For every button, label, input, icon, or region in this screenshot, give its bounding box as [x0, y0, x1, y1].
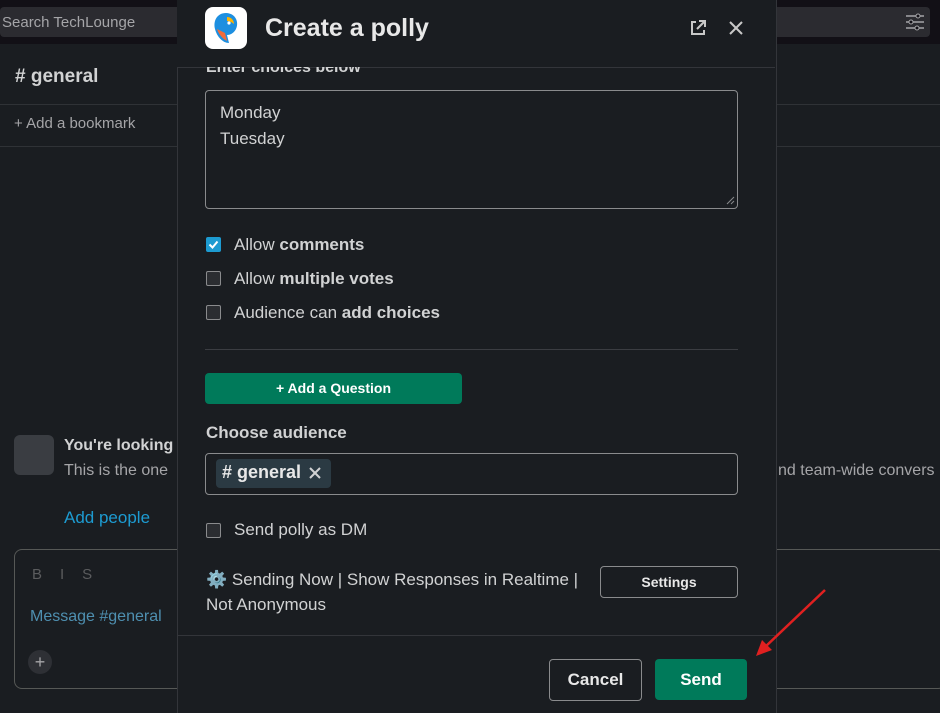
choices-textarea[interactable] [205, 90, 738, 209]
plus-icon[interactable]: + [28, 650, 52, 674]
channel-title[interactable]: # general [15, 66, 98, 88]
channel-intro-text: This is the one [64, 462, 169, 479]
divider [205, 349, 738, 350]
send-button[interactable]: Send [655, 659, 747, 700]
audience-chip-label: # general [222, 462, 302, 482]
allow-multiple-votes-checkbox[interactable] [206, 271, 221, 286]
send-as-dm-label[interactable]: Send polly as DM [234, 520, 367, 540]
external-link-icon[interactable] [688, 18, 708, 38]
settings-button[interactable]: Settings [600, 566, 738, 598]
format-toolbar[interactable]: BIS [32, 566, 110, 583]
red-arrow-annotation [756, 589, 826, 656]
megaphone-icon [14, 435, 54, 475]
polly-logo [205, 7, 247, 49]
add-question-button[interactable]: + Add a Question [205, 373, 462, 404]
allow-comments-checkbox[interactable] [206, 237, 221, 252]
resize-handle-icon[interactable] [726, 196, 735, 205]
choices-label-clip: Enter choices below [206, 67, 746, 77]
allow-multiple-votes-label[interactable]: Allow multiple votes [234, 269, 394, 289]
remove-chip-icon[interactable] [307, 465, 323, 481]
channel-intro-title: You're looking [64, 437, 174, 454]
cancel-button[interactable]: Cancel [549, 659, 642, 701]
choice-line: Monday [220, 103, 281, 122]
choices-label: Enter choices below [206, 67, 361, 76]
audience-add-choices-label[interactable]: Audience can add choices [234, 303, 440, 323]
message-placeholder: Message #general [30, 608, 162, 625]
allow-comments-label[interactable]: Allow comments [234, 235, 364, 255]
search-placeholder: Search TechLounge [2, 14, 136, 31]
choose-audience-label: Choose audience [206, 423, 347, 442]
filter-icon[interactable] [904, 12, 926, 32]
channel-intro-text-right: nd team-wide convers [778, 462, 935, 479]
add-people-link[interactable]: Add people [64, 508, 150, 528]
gear-icon: ⚙️ [206, 570, 228, 589]
send-as-dm-checkbox[interactable] [206, 523, 221, 538]
close-icon[interactable] [726, 18, 746, 38]
audience-add-choices-checkbox[interactable] [206, 305, 221, 320]
modal-title: Create a polly [265, 14, 429, 42]
footer-divider [177, 635, 775, 636]
choice-line: Tuesday [220, 129, 285, 148]
add-bookmark-link[interactable]: + Add a bookmark [14, 115, 135, 132]
poll-settings-summary: ⚙️ Sending Now | Show Responses in Realt… [206, 567, 586, 617]
settings-summary-text: Sending Now | Show Responses in Realtime… [206, 570, 579, 614]
